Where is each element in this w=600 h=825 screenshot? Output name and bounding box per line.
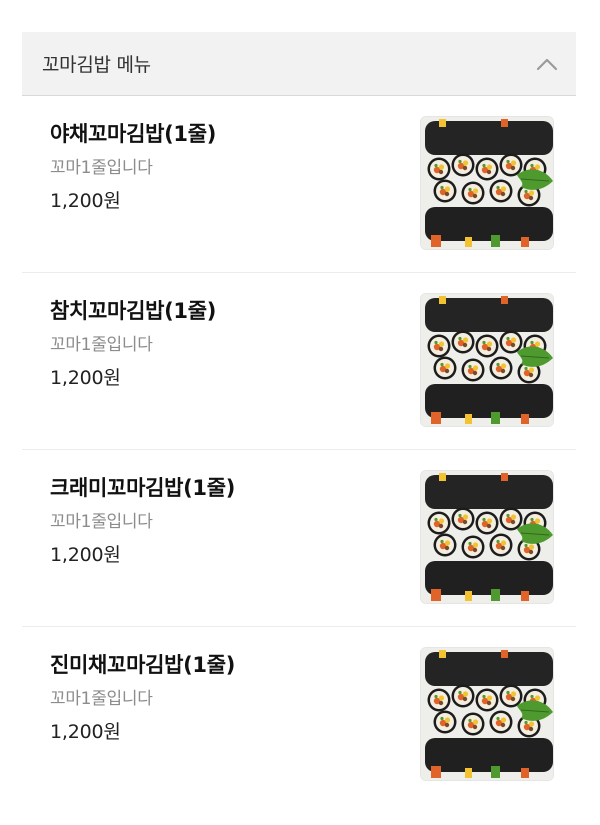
menu-item-name: 진미채꼬마김밥(1줄) — [50, 653, 236, 677]
menu-item[interactable]: 참치꼬마김밥(1줄) 꼬마1줄입니다 1,200원 — [22, 273, 576, 450]
kimbap-photo — [420, 470, 554, 604]
menu-item-name: 야채꼬마김밥(1줄) — [50, 122, 217, 146]
kimbap-photo — [420, 647, 554, 781]
menu-item[interactable]: 크래미꼬마김밥(1줄) 꼬마1줄입니다 1,200원 — [22, 450, 576, 627]
menu-page: 꼬마김밥 메뉴 야채꼬마김밥(1줄) 꼬마1줄입니다 1,200원 참치꼬마김밥… — [0, 0, 600, 825]
menu-section-header[interactable]: 꼬마김밥 메뉴 — [22, 32, 576, 96]
section-title: 꼬마김밥 메뉴 — [42, 54, 151, 76]
menu-item-name: 크래미꼬마김밥(1줄) — [50, 476, 236, 500]
kimbap-photo — [420, 293, 554, 427]
menu-item-price: 1,200원 — [50, 190, 121, 212]
menu-list: 야채꼬마김밥(1줄) 꼬마1줄입니다 1,200원 참치꼬마김밥(1줄) 꼬마1… — [22, 96, 576, 804]
menu-item-price: 1,200원 — [50, 721, 121, 743]
menu-item-description: 꼬마1줄입니다 — [50, 689, 153, 709]
menu-item-price: 1,200원 — [50, 544, 121, 566]
menu-item[interactable]: 야채꼬마김밥(1줄) 꼬마1줄입니다 1,200원 — [22, 96, 576, 273]
menu-item[interactable]: 진미채꼬마김밥(1줄) 꼬마1줄입니다 1,200원 — [22, 627, 576, 804]
menu-item-name: 참치꼬마김밥(1줄) — [50, 299, 217, 323]
menu-item-price: 1,200원 — [50, 367, 121, 389]
menu-item-description: 꼬마1줄입니다 — [50, 512, 153, 532]
menu-item-description: 꼬마1줄입니다 — [50, 335, 153, 355]
menu-item-description: 꼬마1줄입니다 — [50, 158, 153, 178]
chevron-up-icon[interactable] — [536, 57, 558, 71]
kimbap-photo — [420, 116, 554, 250]
